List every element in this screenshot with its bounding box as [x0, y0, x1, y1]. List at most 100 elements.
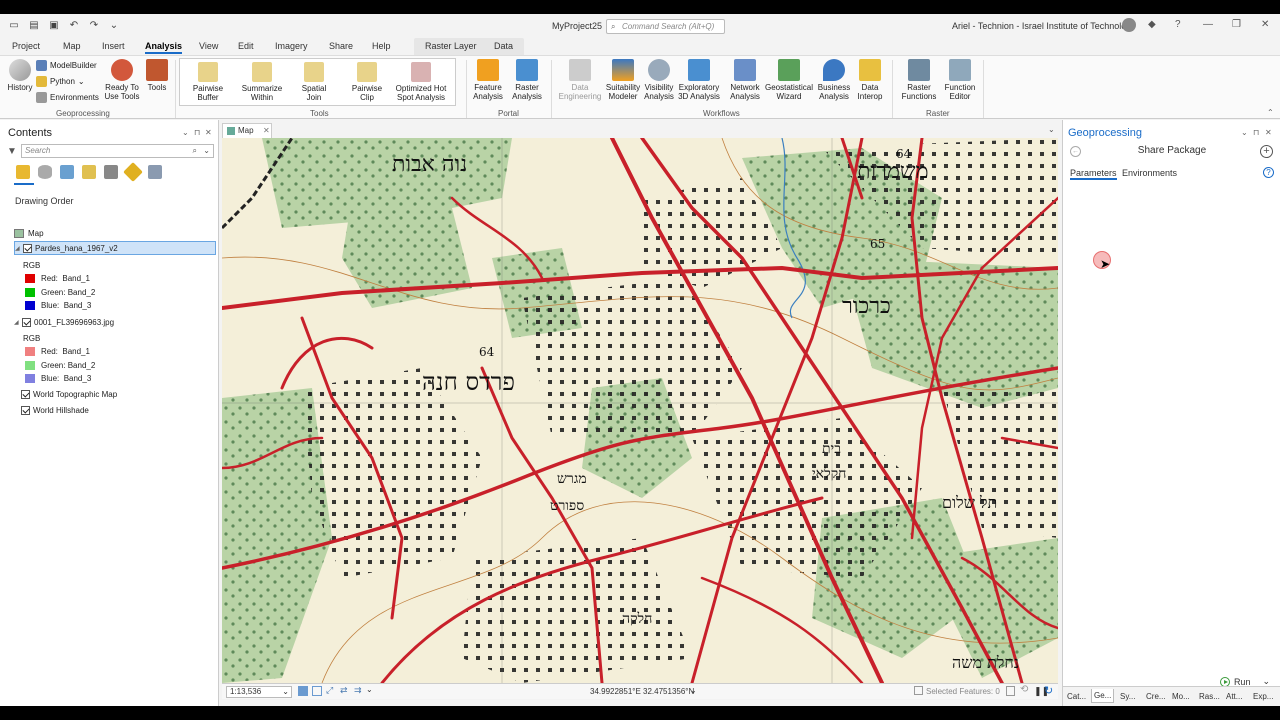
layer-visibility-checkbox[interactable] [22, 317, 31, 327]
pane-options-icon[interactable]: ⌄ [182, 128, 189, 137]
tab-map[interactable]: Map [63, 41, 81, 51]
chevron-down-icon[interactable]: ⌄ [690, 686, 697, 695]
scale-selector[interactable]: 1:13,536 ⌄ [226, 686, 292, 698]
tab-data[interactable]: Data [494, 41, 513, 51]
snapping-icon[interactable] [104, 165, 118, 179]
tab-imagery[interactable]: Imagery [275, 41, 308, 51]
tab-project[interactable]: Project [12, 41, 40, 51]
customize-toolbar-icon[interactable]: ⌄ [108, 20, 120, 32]
close-icon[interactable]: ✕ [1261, 19, 1269, 30]
layer-0001-jpg[interactable]: ◢ 0001_FL39696963.jpg [14, 315, 114, 329]
minimize-icon[interactable]: — [1203, 19, 1213, 30]
band-green[interactable]: Green: Band_2 [25, 285, 95, 299]
contents-search-input[interactable]: Search ⌕ ⌄ [21, 144, 214, 158]
perspective-icon[interactable] [148, 165, 162, 179]
labeling-icon[interactable] [123, 162, 143, 182]
band-blue[interactable]: Blue: Band_3 [25, 298, 91, 312]
raster-analysis-button[interactable]: Raster Analysis [507, 59, 547, 101]
tab-analysis[interactable]: Analysis [145, 41, 183, 54]
suitability-modeler-button[interactable]: Suitability Modeler [603, 59, 643, 101]
data-interop-button[interactable]: Data Interop [852, 59, 888, 101]
tab-catalog[interactable]: Cat... [1067, 692, 1086, 701]
feature-analysis-button[interactable]: Feature Analysis [469, 59, 507, 101]
spatial-join-button[interactable]: Spatial Join [292, 62, 336, 102]
help-icon[interactable]: ? [1175, 19, 1181, 30]
tab-modify[interactable]: Mo... [1172, 692, 1190, 701]
undo-icon[interactable]: ↶ [68, 20, 80, 32]
restore-icon[interactable]: ❐ [1232, 19, 1241, 30]
collapse-arrow-icon[interactable]: ◢ [14, 319, 22, 326]
selected-features-count[interactable]: Selected Features: 0 [926, 687, 1000, 696]
refresh-map-icon[interactable]: ↻ [1044, 684, 1053, 697]
map-node[interactable]: Map [14, 226, 44, 240]
data-source-icon[interactable] [38, 165, 52, 179]
pairwise-buffer-button[interactable]: Pairwise Buffer [184, 62, 232, 102]
basemap-hillshade[interactable]: World Hillshade [21, 403, 89, 417]
coordinates-format-icon[interactable]: ⇉ [354, 685, 362, 696]
selection-icon[interactable] [60, 165, 74, 179]
tab-symbology[interactable]: Sy... [1120, 692, 1135, 701]
python-button[interactable]: Python ⌄ [36, 76, 85, 87]
fixed-zoom-icon[interactable] [298, 686, 308, 696]
close-pane-icon[interactable]: ✕ [205, 128, 212, 137]
exploratory-3d-analysis-button[interactable]: Exploratory 3D Analysis [675, 59, 723, 101]
snapping-icon[interactable] [1006, 686, 1015, 696]
drawing-order-icon[interactable] [16, 165, 30, 179]
basemap-topographic[interactable]: World Topographic Map [21, 387, 117, 401]
band-blue[interactable]: Blue: Band_3 [25, 371, 91, 385]
geostatistical-wizard-button[interactable]: Geostatistical Wizard [763, 59, 815, 101]
tab-parameters[interactable]: Parameters [1070, 168, 1117, 180]
band-red[interactable]: Red: Band_1 [25, 344, 90, 358]
collapse-arrow-icon[interactable]: ◢ [15, 245, 23, 252]
tab-geoprocessing[interactable]: Ge... [1091, 689, 1115, 703]
editing-icon[interactable] [82, 165, 96, 179]
tab-attributes[interactable]: Att... [1226, 692, 1242, 701]
tab-export[interactable]: Exp... [1253, 692, 1273, 701]
view-options-icon[interactable]: ⌄ [1048, 125, 1055, 134]
tab-raster[interactable]: Ras... [1199, 692, 1220, 701]
user-name[interactable]: Ariel - Technion - Israel Institute of T… [952, 21, 1136, 31]
business-analysis-button[interactable]: Business Analysis [815, 59, 853, 101]
add-icon[interactable]: + [1260, 145, 1273, 158]
redo-icon[interactable]: ↷ [88, 20, 100, 32]
layer-visibility-checkbox[interactable] [21, 405, 30, 415]
optimized-hot-spot-button[interactable]: Optimized Hot Spot Analysis [393, 62, 449, 102]
raster-functions-button[interactable]: Raster Functions [897, 59, 941, 101]
help-icon[interactable]: ? [1263, 167, 1274, 178]
modelbuilder-button[interactable]: ModelBuilder [36, 60, 97, 71]
tab-create[interactable]: Cre... [1146, 692, 1166, 701]
layer-pardes-hana[interactable]: ◢ Pardes_hana_1967_v2 [14, 241, 216, 255]
tab-share[interactable]: Share [329, 41, 353, 51]
save-icon[interactable]: ▣ [48, 20, 60, 32]
pairwise-clip-button[interactable]: Pairwise Clip [345, 62, 389, 102]
tools-button[interactable]: Tools [144, 59, 170, 92]
summarize-within-button[interactable]: Summarize Within [237, 62, 287, 102]
environments-button[interactable]: Environments [36, 92, 99, 103]
tab-environments[interactable]: Environments [1122, 168, 1177, 178]
map-canvas[interactable]: נוה אבות משמרות כרכור פרדס חנה מגרש ספור… [222, 138, 1058, 683]
command-search-input[interactable]: ⌕ Command Search (Alt+Q) [606, 19, 725, 34]
grid-icon[interactable] [312, 686, 322, 696]
tab-view[interactable]: View [199, 41, 218, 51]
avatar[interactable] [1122, 18, 1136, 32]
pin-icon[interactable]: ⊓ [1253, 128, 1259, 137]
navigator-icon[interactable]: ⇄ [340, 685, 348, 696]
tab-raster-layer[interactable]: Raster Layer [425, 41, 477, 51]
tab-help[interactable]: Help [372, 41, 391, 51]
collapse-ribbon-icon[interactable]: ⌃ [1267, 108, 1274, 117]
band-green[interactable]: Green: Band_2 [25, 358, 95, 372]
tab-edit[interactable]: Edit [238, 41, 254, 51]
function-editor-button[interactable]: Function Editor [941, 59, 979, 101]
visibility-analysis-button[interactable]: Visibility Analysis [642, 59, 676, 101]
filter-icon[interactable]: ▼ [7, 146, 17, 157]
tab-insert[interactable]: Insert [102, 41, 125, 51]
network-analysis-button[interactable]: Network Analysis [725, 59, 765, 101]
pane-options-icon[interactable]: ⌄ [1241, 128, 1248, 137]
history-button[interactable]: History [6, 59, 34, 92]
close-tab-icon[interactable]: ✕ [263, 124, 270, 138]
pin-icon[interactable]: ⊓ [194, 128, 200, 137]
layer-visibility-checkbox[interactable] [23, 243, 32, 253]
chevron-down-icon[interactable]: ⌄ [366, 685, 373, 694]
open-project-icon[interactable]: ▤ [28, 20, 40, 32]
layer-visibility-checkbox[interactable] [21, 389, 30, 399]
